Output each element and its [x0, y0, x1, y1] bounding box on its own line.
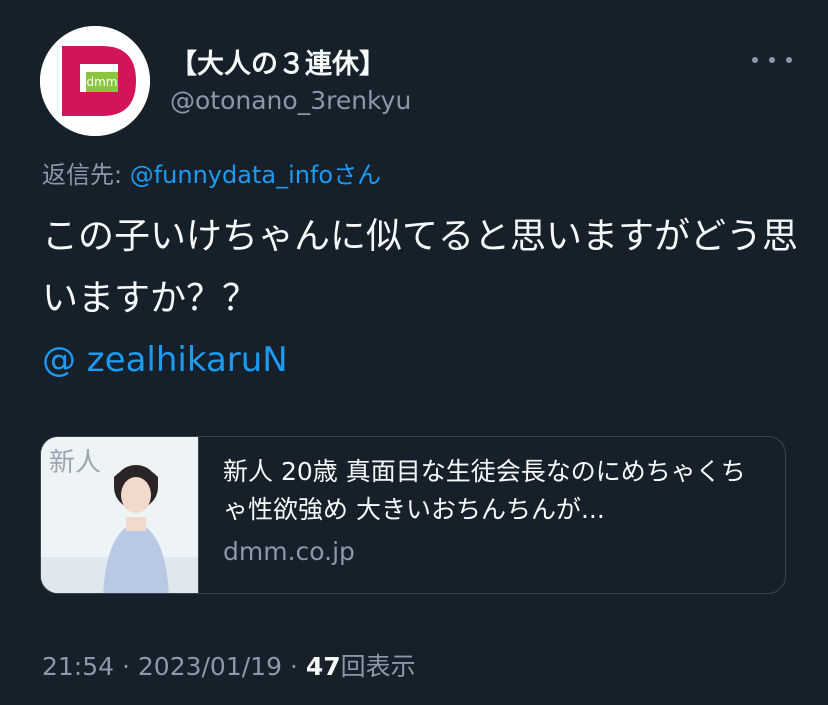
views-count: 47 — [305, 652, 341, 681]
user-handle[interactable]: @otonano_3renkyu — [170, 86, 411, 115]
more-dot — [786, 57, 792, 63]
card-title: 新人 20歳 真面目な生徒会長なのにめちゃくちゃ性欲強め 大きいおちんちんが..… — [223, 457, 746, 524]
views-label: 回表示 — [340, 652, 416, 681]
more-dot — [752, 57, 758, 63]
tweet-date[interactable]: 2023/01/19 — [138, 652, 282, 681]
more-options-icon[interactable] — [752, 48, 792, 72]
card-domain: dmm.co.jp — [223, 537, 355, 566]
link-card[interactable]: 新人 新人 20歳 真面目な生徒会長なのにめちゃくちゃ性欲強め 大きいおちんちん… — [40, 436, 786, 594]
dmm-logo-icon: dmm — [40, 26, 150, 136]
reply-prefix: 返信先: — [42, 161, 130, 189]
avatar[interactable]: dmm — [40, 26, 150, 136]
avatar-logo-text: dmm — [87, 75, 118, 89]
tweet-meta: 21:54 · 2023/01/19 · 47回表示 — [42, 647, 416, 683]
reply-mention-link[interactable]: @funnydata_info — [130, 161, 333, 189]
tweet-mention-link[interactable]: @ zealhikaruN — [42, 340, 288, 380]
display-name[interactable]: 【大人の３連休】 — [170, 42, 386, 81]
meta-separator: · — [114, 652, 138, 681]
card-thumb-label: 新人 — [49, 448, 101, 478]
tweet-text: この子いけちゃんに似てると思いますがどう思いますか？？ — [42, 216, 799, 319]
card-thumbnail-image: 新人 — [41, 437, 199, 593]
tweet-time[interactable]: 21:54 — [42, 652, 114, 681]
more-dot — [769, 57, 775, 63]
meta-separator: · — [281, 652, 306, 681]
reply-to-line: 返信先: @funnydata_infoさん — [42, 155, 381, 190]
reply-suffix: さん — [333, 161, 382, 189]
